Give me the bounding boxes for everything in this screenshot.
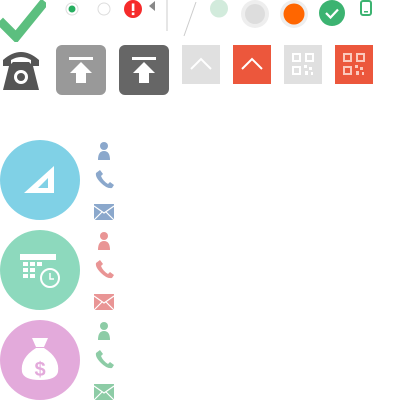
radio-empty-icon[interactable] (97, 2, 113, 18)
check-icon (0, 0, 46, 42)
upload-button-dark[interactable] (119, 45, 169, 95)
mobile-icon (360, 0, 372, 16)
qr-code-button-gray[interactable] (284, 45, 322, 84)
check-circle-icon (319, 0, 346, 27)
qr-code-button-red[interactable] (335, 45, 373, 84)
divider-line (166, 0, 169, 32)
circle-gray-icon (241, 0, 269, 28)
upload-button-light[interactable] (56, 45, 106, 95)
slash-line (182, 0, 198, 38)
contact-icons-green (93, 320, 117, 402)
calendar-clock-icon (0, 230, 80, 310)
circle-orange-icon (280, 0, 308, 28)
radio-selected-icon[interactable] (65, 2, 81, 18)
set-square-icon (0, 140, 80, 220)
triangle-left-icon (149, 1, 157, 11)
svg-text:$: $ (34, 359, 45, 381)
person-icon (100, 142, 108, 150)
chevron-up-button-gray[interactable] (182, 45, 220, 84)
money-bag-icon: $ (0, 320, 80, 400)
telephone-icon (1, 46, 41, 92)
chevron-up-button-red[interactable] (233, 45, 271, 84)
contact-icons-blue (93, 140, 117, 222)
contact-icons-pink (93, 230, 117, 312)
dot-icon (210, 0, 229, 19)
alert-icon (124, 0, 143, 19)
